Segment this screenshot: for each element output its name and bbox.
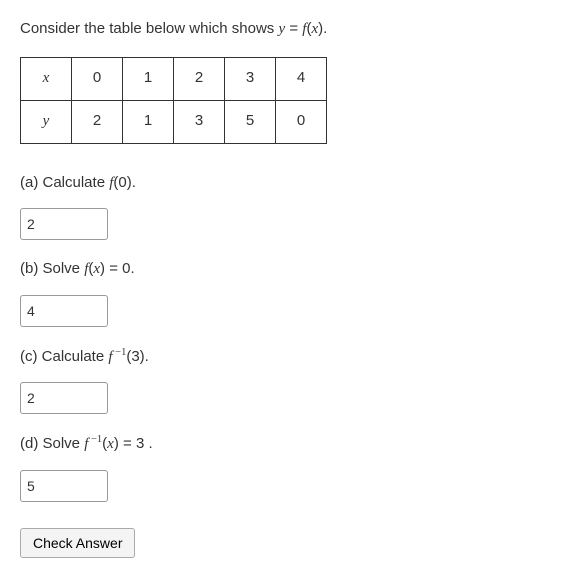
answer-input-d[interactable] (20, 470, 108, 502)
x-cell: 0 (72, 57, 123, 100)
question-prompt: Consider the table below which shows y =… (20, 18, 555, 41)
part-a-label: (a) Calculate f(0). (20, 172, 555, 195)
x-cell: 4 (276, 57, 327, 100)
part-a-arg: (0) (113, 174, 131, 191)
part-d-label: (d) Solve f −1(x) = 3 . (20, 432, 555, 456)
y-row-label: y (21, 100, 72, 143)
y-cell: 0 (276, 100, 327, 143)
y-cell: 2 (72, 100, 123, 143)
part-b-tail: . (130, 260, 134, 277)
part-d-eq: = 3 (119, 435, 144, 452)
answer-input-a[interactable] (20, 208, 108, 240)
part-d-tail: . (144, 435, 152, 452)
x-cell: 2 (174, 57, 225, 100)
y-cell: 1 (123, 100, 174, 143)
part-d-exp: −1 (88, 434, 102, 445)
part-b-eq: = 0 (105, 260, 130, 277)
part-d-var: x (107, 436, 114, 452)
check-answer-button[interactable]: Check Answer (20, 528, 135, 558)
part-a-tail: . (132, 174, 136, 191)
part-c-arg: (3) (126, 348, 144, 365)
table-row: y 2 1 3 5 0 (21, 100, 327, 143)
table-row: x 0 1 2 3 4 (21, 57, 327, 100)
eq-sign: = (285, 20, 302, 37)
part-a-text: (a) Calculate (20, 174, 109, 191)
y-cell: 5 (225, 100, 276, 143)
prompt-prefix: Consider the table below which shows (20, 20, 278, 37)
x-cell: 1 (123, 57, 174, 100)
prompt-suffix: . (323, 20, 327, 37)
x-row-label: x (21, 57, 72, 100)
y-cell: 3 (174, 100, 225, 143)
function-table: x 0 1 2 3 4 y 2 1 3 5 0 (20, 57, 327, 144)
part-c-label: (c) Calculate f −1(3). (20, 345, 555, 369)
answer-input-c[interactable] (20, 382, 108, 414)
part-b-text: (b) Solve (20, 260, 84, 277)
part-c-exp: −1 (113, 347, 127, 358)
part-c-tail: . (145, 348, 149, 365)
part-c-text: (c) Calculate (20, 348, 108, 365)
x-cell: 3 (225, 57, 276, 100)
answer-input-b[interactable] (20, 295, 108, 327)
part-b-label: (b) Solve f(x) = 0. (20, 258, 555, 281)
part-d-text: (d) Solve (20, 435, 84, 452)
